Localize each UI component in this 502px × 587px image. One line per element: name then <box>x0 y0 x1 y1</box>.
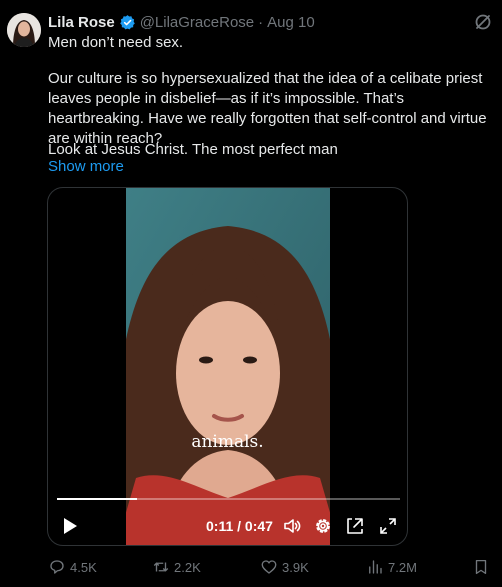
repost-button[interactable]: 2.2K <box>152 558 201 576</box>
like-count: 3.9K <box>282 559 309 575</box>
show-more-link[interactable]: Show more <box>48 157 124 177</box>
video-player[interactable]: animals. 0:11 / 0:47 <box>47 187 408 546</box>
fullscreen-icon[interactable] <box>378 516 398 536</box>
like-button[interactable]: 3.9K <box>260 558 309 576</box>
settings-gear-icon[interactable] <box>313 516 333 536</box>
tweet-header: Lila Rose @LilaGraceRose · Aug 10 <box>48 12 315 32</box>
video-time: 0:11 / 0:47 <box>206 518 273 534</box>
volume-icon[interactable] <box>282 516 302 536</box>
tweet-text-paragraph2: Our culture is so hypersexualized that t… <box>48 70 487 147</box>
video-caption: animals. <box>191 432 264 452</box>
handle[interactable]: @LilaGraceRose <box>140 14 254 31</box>
verified-badge-icon <box>119 14 136 31</box>
progress-bar[interactable] <box>57 498 400 500</box>
reply-count: 4.5K <box>70 559 97 575</box>
views-button[interactable]: 7.2M <box>366 558 417 576</box>
avatar[interactable] <box>7 13 41 47</box>
video-frame <box>126 188 330 545</box>
tweet[interactable]: Lila Rose @LilaGraceRose · Aug 10 Men do… <box>0 0 502 587</box>
timestamp[interactable]: Aug 10 <box>267 14 315 31</box>
separator-dot: · <box>258 13 264 31</box>
reply-button[interactable]: 4.5K <box>48 558 97 576</box>
bookmark-icon <box>475 559 487 575</box>
play-icon[interactable] <box>61 516 79 536</box>
views-count: 7.2M <box>388 559 417 575</box>
like-icon <box>261 560 277 574</box>
repost-count: 2.2K <box>174 559 201 575</box>
repost-icon <box>153 562 169 572</box>
bookmark-button[interactable] <box>472 558 494 576</box>
views-icon <box>369 560 382 574</box>
reply-icon <box>50 560 64 574</box>
picture-in-picture-icon[interactable] <box>345 516 365 536</box>
progress-bar-fill <box>57 498 138 500</box>
action-bar: 4.5K 2.2K 3.9K 7.2M <box>48 558 502 578</box>
tweet-text-line1: Men don’t need sex. <box>48 34 184 51</box>
display-name[interactable]: Lila Rose <box>48 14 115 31</box>
grok-icon[interactable] <box>473 12 493 32</box>
